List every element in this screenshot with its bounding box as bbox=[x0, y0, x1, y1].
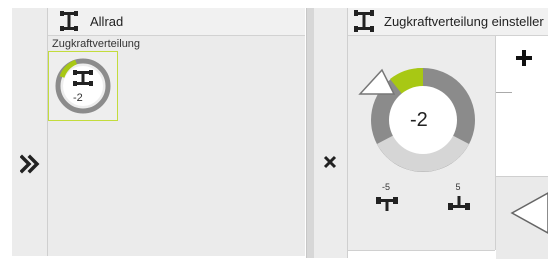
thumbnail-gauge bbox=[55, 58, 111, 114]
left-panel-header: Allrad bbox=[48, 8, 305, 36]
left-side-strip bbox=[12, 8, 48, 256]
expand-button[interactable] bbox=[19, 154, 42, 174]
right-side-strip bbox=[314, 8, 348, 258]
left-panel-title: Allrad bbox=[90, 14, 124, 29]
axle-icon bbox=[60, 11, 78, 31]
close-icon bbox=[323, 155, 337, 169]
gauge-value: -2 bbox=[410, 109, 428, 131]
plus-icon bbox=[516, 50, 532, 66]
triangle-left-icon bbox=[510, 192, 548, 234]
plus-button[interactable] bbox=[516, 50, 532, 66]
increment-area bbox=[496, 36, 548, 176]
front-axle-icon bbox=[376, 197, 398, 211]
traction-thumbnail[interactable]: -2 bbox=[48, 51, 118, 121]
left-panel-subtitle: Zugkraftverteilung bbox=[52, 38, 141, 50]
close-button[interactable] bbox=[322, 154, 338, 170]
panel-bottom-divider bbox=[348, 250, 495, 251]
axle-icon bbox=[354, 10, 374, 32]
minus-line bbox=[496, 92, 512, 93]
double-chevron-right-icon bbox=[19, 154, 40, 174]
thumbnail-value: -2 bbox=[73, 92, 83, 104]
back-button[interactable] bbox=[510, 191, 548, 235]
navigation-area bbox=[496, 176, 548, 259]
right-panel-title: Zugkraftverteilung einsteller bbox=[384, 14, 544, 29]
right-panel-header: Zugkraftverteilung einsteller bbox=[348, 8, 548, 36]
rear-axle-icon bbox=[448, 196, 470, 210]
gauge-min-label: -5 bbox=[381, 182, 390, 192]
gauge-max-label: 5 bbox=[455, 182, 461, 192]
